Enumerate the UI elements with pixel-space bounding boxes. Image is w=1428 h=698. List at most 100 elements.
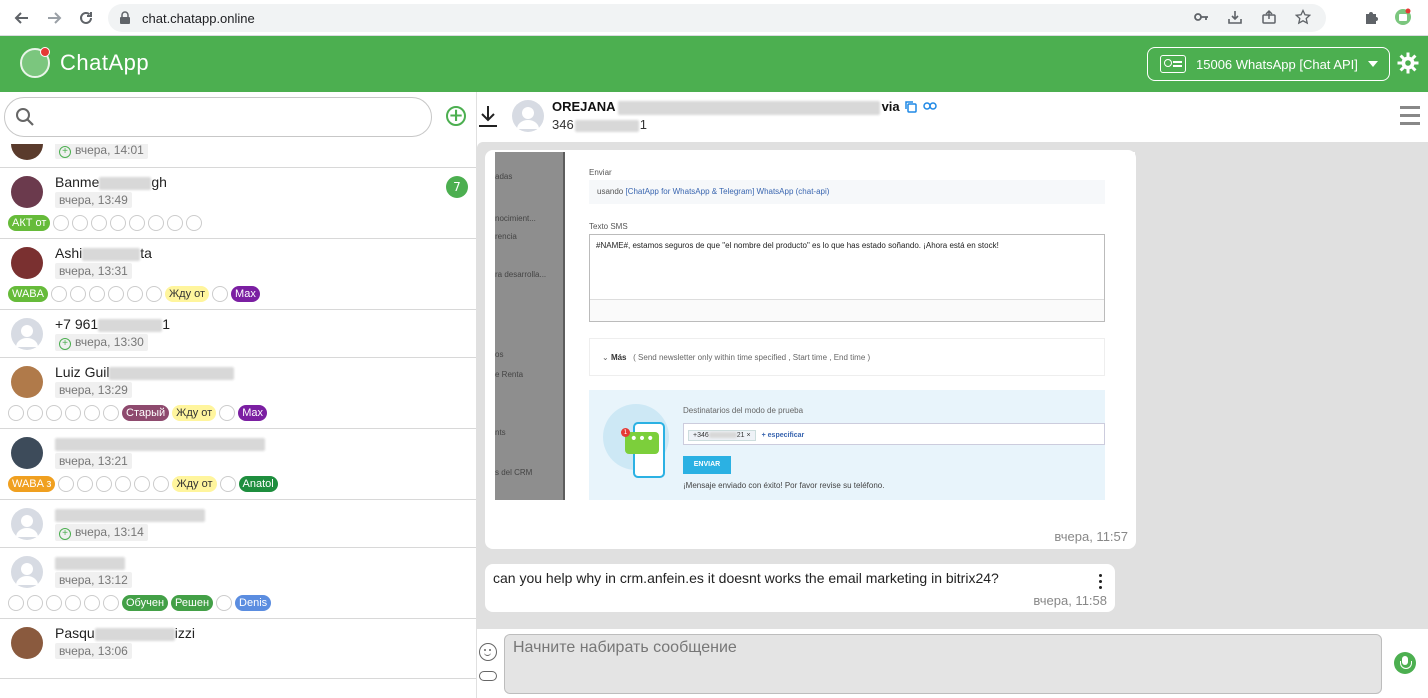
tag-slot-empty[interactable] xyxy=(58,476,75,492)
tag-slot-empty[interactable] xyxy=(72,215,89,231)
contact-row[interactable]: + вчера, 13:14 xyxy=(0,500,476,548)
tag-slot-empty[interactable] xyxy=(148,215,165,231)
image-message[interactable]: adas nocimient... rencia ra desarrolla... os… xyxy=(485,150,1136,549)
tag-slot-empty[interactable] xyxy=(96,476,113,492)
contact-tag[interactable]: Старый xyxy=(122,405,170,421)
contact-tag[interactable]: Жду от xyxy=(172,476,217,492)
contact-row[interactable]: Luiz Guil вчера, 13:29 Старый Жду от Max xyxy=(0,358,476,429)
contact-row[interactable]: вчера, 13:21 WABA з Жду от Anatol xyxy=(0,429,476,500)
attachment-clip-icon[interactable] xyxy=(479,671,497,681)
reload-icon[interactable] xyxy=(72,4,100,32)
tag-slot-empty[interactable] xyxy=(27,595,43,611)
contact-tag[interactable]: Решен xyxy=(171,595,214,611)
contact-tag[interactable]: Denis xyxy=(235,595,272,611)
contact-name-end: izzi xyxy=(174,625,195,641)
tag-slot-empty[interactable] xyxy=(129,215,146,231)
channel-selector[interactable]: 15006 WhatsApp [Chat API] xyxy=(1147,47,1390,81)
download-icon[interactable] xyxy=(477,104,499,128)
tag-slot-empty[interactable] xyxy=(134,476,151,492)
tag-slot-empty[interactable] xyxy=(77,476,94,492)
tag-slot-empty[interactable] xyxy=(84,595,100,611)
tag-slot-empty[interactable] xyxy=(65,405,81,421)
screenshot-side-label: adas xyxy=(495,172,513,181)
texto-sms-value: #NAME#, estamos seguros de que "el nombr… xyxy=(596,241,999,250)
tag-slot-empty[interactable] xyxy=(70,286,86,302)
contact-tag[interactable]: Anatol xyxy=(238,476,278,492)
contact-tag[interactable]: Max xyxy=(238,405,267,421)
message-input[interactable]: Начните набирать сообщение xyxy=(504,634,1382,694)
contact-tag[interactable]: Жду от xyxy=(165,286,210,302)
copy-icon[interactable] xyxy=(904,100,917,113)
attached-screenshot[interactable]: adas nocimient... rencia ra desarrolla... os… xyxy=(495,152,1135,500)
star-icon[interactable] xyxy=(1294,8,1312,26)
contact-tag[interactable]: WABA з xyxy=(8,476,56,492)
contact-tag[interactable]: WABA xyxy=(8,286,48,302)
tag-slot-empty[interactable] xyxy=(8,405,24,421)
text-message[interactable]: can you help why in crm.anfein.es it doe… xyxy=(485,564,1115,612)
chip-start: +346 xyxy=(693,432,709,439)
contact-tag[interactable]: Жду от xyxy=(172,405,217,421)
tag-slot-empty[interactable] xyxy=(146,286,162,302)
contact-time: вчера, 13:12 xyxy=(55,572,132,588)
tag-slot-empty[interactable] xyxy=(127,286,143,302)
hamburger-menu-icon[interactable] xyxy=(1400,106,1420,126)
contact-row[interactable]: Banme gh вчера, 13:49 7 АКТ от xyxy=(0,168,476,239)
tag-slot-empty[interactable] xyxy=(115,476,132,492)
tag-slot-empty[interactable] xyxy=(84,405,100,421)
tag-slot-empty[interactable] xyxy=(103,405,119,421)
message-options-icon[interactable] xyxy=(1099,574,1103,590)
extensions-icon[interactable] xyxy=(1362,8,1380,26)
mas-hint: ( Send newsletter only within time speci… xyxy=(633,353,871,362)
screenshot-side-label: os xyxy=(495,350,504,359)
contact-row[interactable]: +7 961 1 + вчера, 13:30 xyxy=(0,310,476,358)
contact-row[interactable]: Ashi ta вчера, 13:31 WABA Жду от Max xyxy=(0,239,476,310)
contact-tag[interactable]: Max xyxy=(231,286,260,302)
key-icon[interactable] xyxy=(1192,8,1210,26)
unread-badge: 7 xyxy=(446,176,468,198)
tag-slot-empty[interactable] xyxy=(212,286,229,302)
share-icon[interactable] xyxy=(1260,8,1278,26)
tag-slot-empty[interactable] xyxy=(167,215,184,231)
tag-slot-empty[interactable] xyxy=(53,215,70,231)
install-icon[interactable] xyxy=(1226,8,1244,26)
tag-slot-empty[interactable] xyxy=(51,286,67,302)
test-recipient-input: +346 21 × + especificar xyxy=(683,423,1105,445)
settings-gear-icon[interactable] xyxy=(1396,52,1420,76)
microphone-icon[interactable] xyxy=(1394,652,1416,674)
contact-tag[interactable]: АКТ от xyxy=(8,215,51,231)
chat-avatar xyxy=(512,100,544,132)
tag-slot-empty[interactable] xyxy=(186,215,203,231)
add-chat-icon[interactable]: + xyxy=(446,106,466,126)
tag-slot-empty[interactable] xyxy=(110,215,127,231)
contact-row[interactable]: вчера, 13:12 Обучен Решен Denis xyxy=(0,548,476,619)
contact-time: + вчера, 13:14 xyxy=(55,524,148,541)
tag-slot-empty[interactable] xyxy=(108,286,124,302)
contact-row[interactable]: Pasqu izzi вчера, 13:06 xyxy=(0,619,476,679)
emoji-icon[interactable] xyxy=(479,643,497,661)
contact-tag[interactable]: Обучен xyxy=(122,595,169,611)
contact-time-text: вчера, 13:29 xyxy=(59,383,128,397)
tag-slot-empty[interactable] xyxy=(103,595,119,611)
contact-row[interactable]: + вчера, 14:01 xyxy=(0,144,476,168)
profile-icon[interactable] xyxy=(1394,8,1412,26)
tag-slot-empty[interactable] xyxy=(89,286,105,302)
tag-slot-empty[interactable] xyxy=(216,595,233,611)
tag-slot-empty[interactable] xyxy=(153,476,170,492)
link-icon[interactable] xyxy=(923,101,937,111)
browser-toolbar: chat.chatapp.online xyxy=(0,0,1428,36)
tag-slot-empty[interactable] xyxy=(46,405,62,421)
back-icon[interactable] xyxy=(8,4,36,32)
tag-slot-empty[interactable] xyxy=(65,595,81,611)
contact-name-end: 1 xyxy=(162,316,171,332)
contact-time-text: вчера, 13:12 xyxy=(59,573,128,587)
forward-icon[interactable] xyxy=(40,4,68,32)
add-plus-icon: + xyxy=(59,338,71,350)
tag-slot-empty[interactable] xyxy=(8,595,24,611)
tag-slot-empty[interactable] xyxy=(219,405,236,421)
tag-slot-empty[interactable] xyxy=(219,476,236,492)
tag-slot-empty[interactable] xyxy=(27,405,43,421)
search-field[interactable] xyxy=(4,97,432,137)
address-bar[interactable]: chat.chatapp.online xyxy=(108,4,1326,32)
tag-slot-empty[interactable] xyxy=(46,595,62,611)
tag-slot-empty[interactable] xyxy=(91,215,108,231)
